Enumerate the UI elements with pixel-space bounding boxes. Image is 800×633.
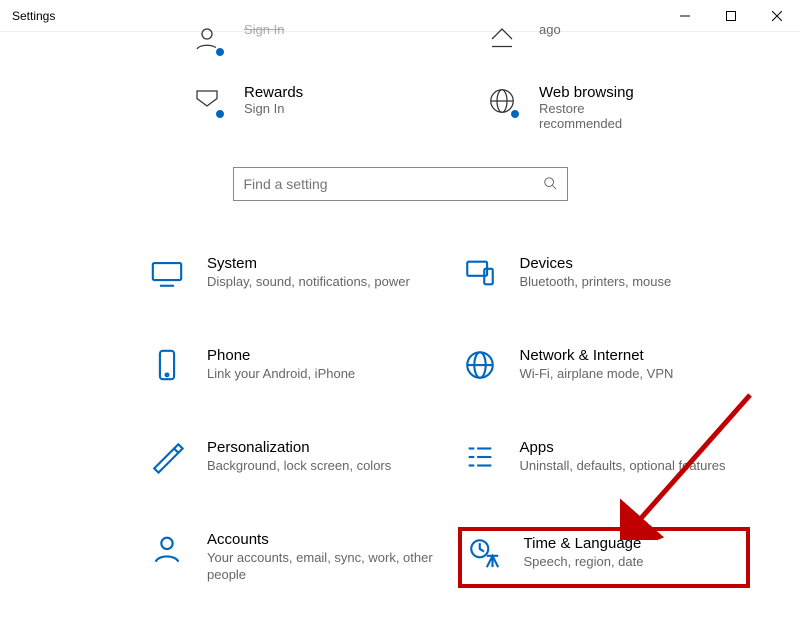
close-button[interactable]: [754, 0, 800, 31]
status-title: Rewards: [244, 84, 303, 101]
globe-icon: [485, 84, 519, 118]
maximize-icon: [726, 11, 736, 21]
status-item-update[interactable]: ago: [485, 22, 760, 56]
update-icon: [485, 22, 519, 56]
search-box[interactable]: [233, 167, 568, 201]
category-title: Time & Language: [524, 535, 644, 552]
category-devices[interactable]: Devices Bluetooth, printers, mouse: [458, 251, 751, 295]
status-row-lower: Rewards Sign In Web browsing Restore rec…: [0, 84, 800, 141]
devices-icon: [462, 255, 498, 291]
category-sub: Uninstall, defaults, optional features: [520, 458, 726, 475]
personalization-icon: [149, 439, 185, 475]
search-wrap: [0, 167, 800, 201]
category-phone[interactable]: Phone Link your Android, iPhone: [145, 343, 438, 387]
category-sub: Wi-Fi, airplane mode, VPN: [520, 366, 674, 383]
category-time-language[interactable]: Time & Language Speech, region, date: [458, 527, 751, 588]
category-title: Phone: [207, 347, 355, 364]
category-network[interactable]: Network & Internet Wi-Fi, airplane mode,…: [458, 343, 751, 387]
category-title: Apps: [520, 439, 726, 456]
apps-icon: [462, 439, 498, 475]
category-sub: Bluetooth, printers, mouse: [520, 274, 672, 291]
user-icon: [190, 22, 224, 56]
status-sub: Sign In: [244, 101, 303, 116]
status-sub: Restore: [539, 101, 634, 116]
category-accounts[interactable]: Accounts Your accounts, email, sync, wor…: [145, 527, 438, 588]
category-sub: Link your Android, iPhone: [207, 366, 355, 383]
status-item-rewards[interactable]: Rewards Sign In: [190, 84, 465, 131]
network-icon: [462, 347, 498, 383]
category-sub: Speech, region, date: [524, 554, 644, 571]
settings-categories: System Display, sound, notifications, po…: [0, 251, 800, 588]
category-sub: Background, lock screen, colors: [207, 458, 391, 475]
rewards-icon: [190, 84, 224, 118]
accounts-icon: [149, 531, 185, 567]
search-icon: [543, 176, 557, 193]
category-sub: Your accounts, email, sync, work, other …: [207, 550, 434, 584]
category-title: System: [207, 255, 410, 272]
window-title: Settings: [12, 9, 55, 23]
category-personalization[interactable]: Personalization Background, lock screen,…: [145, 435, 438, 479]
time-language-icon: [466, 535, 502, 571]
system-icon: [149, 255, 185, 291]
category-title: Accounts: [207, 531, 434, 548]
category-sub: Display, sound, notifications, power: [207, 274, 410, 291]
status-item-signin[interactable]: Sign In: [190, 22, 465, 56]
status-sub: ago: [539, 22, 561, 37]
status-dot: [509, 108, 521, 120]
category-title: Network & Internet: [520, 347, 674, 364]
status-sub: Sign In: [244, 22, 284, 37]
minimize-icon: [680, 11, 690, 21]
category-title: Devices: [520, 255, 672, 272]
category-title: Personalization: [207, 439, 391, 456]
status-title: Web browsing: [539, 84, 634, 101]
status-dot: [214, 108, 226, 120]
phone-icon: [149, 347, 185, 383]
category-system[interactable]: System Display, sound, notifications, po…: [145, 251, 438, 295]
category-apps[interactable]: Apps Uninstall, defaults, optional featu…: [458, 435, 751, 479]
status-row-upper: Sign In ago: [0, 22, 800, 66]
status-sub2: recommended: [539, 116, 634, 131]
status-item-web-browsing[interactable]: Web browsing Restore recommended: [485, 84, 760, 131]
status-dot: [214, 46, 226, 58]
search-input[interactable]: [244, 176, 535, 192]
close-icon: [772, 11, 782, 21]
